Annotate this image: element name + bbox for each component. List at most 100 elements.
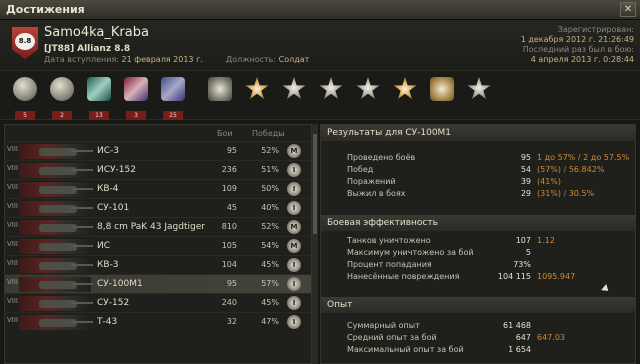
tank-wins: 54%	[261, 241, 279, 250]
tank-icon	[19, 258, 93, 273]
tank-row[interactable]: VIII Т-43 32 47% I	[5, 312, 311, 331]
tank-battles: 45	[226, 203, 237, 212]
tank-icon	[19, 220, 93, 235]
tank-battles: 95	[226, 279, 237, 288]
star-medal-icon[interactable]	[281, 77, 307, 107]
stat-value: 73%	[513, 260, 531, 269]
join-date-value: 21 февраля 2013 г.	[121, 55, 203, 64]
tier-label: VIII	[7, 183, 18, 191]
window-title: Достижения	[6, 3, 85, 16]
tank-wins: 50%	[261, 184, 279, 193]
star-medal-icon[interactable]	[466, 77, 492, 107]
join-date: Дата вступления: 21 февраля 2013 г.	[44, 55, 203, 64]
gold-star-medal-icon[interactable]	[392, 77, 418, 107]
results-header: Результаты для СУ-100М1	[321, 125, 635, 141]
defender-icon[interactable]: 25	[160, 77, 186, 120]
stat-value: 29	[520, 189, 531, 198]
tank-wins: 47%	[261, 317, 279, 326]
stat-extra: (31%) / 30.5%	[537, 189, 594, 198]
tank-row[interactable]: VIII 8,8 cm PaK 43 Jagdtiger 810 52% M	[5, 217, 311, 236]
mastery-badge-icon: I	[287, 163, 301, 177]
tank-list-scrollbar[interactable]	[312, 124, 318, 364]
tank-row[interactable]: VIII ИС-3 95 52% M	[5, 141, 311, 160]
stat-label: Максимальный опыт за бой	[347, 345, 464, 354]
join-date-label: Дата вступления:	[44, 55, 119, 64]
stat-row: Суммарный опыт 61 468	[321, 320, 635, 331]
position-value: Солдат	[278, 55, 310, 64]
stat-value: 647	[515, 333, 531, 342]
stats-panel: Результаты для СУ-100М1 Проведено боёв 95…	[320, 124, 636, 364]
window-titlebar: Достижения ✕	[0, 0, 640, 20]
tank-battles: 236	[221, 165, 237, 174]
wins-column-header[interactable]: Победы	[252, 129, 285, 138]
tank-wins: 57%	[261, 279, 279, 288]
battles-column-header[interactable]: Бои	[217, 129, 233, 138]
diamond-medal-icon[interactable]	[429, 77, 455, 107]
clan-emblem-text: 8.8	[15, 33, 35, 50]
scrollbar-thumb[interactable]	[313, 134, 317, 234]
tank-wins: 45%	[261, 260, 279, 269]
tank-battles: 105	[221, 241, 237, 250]
stat-value: 107	[515, 236, 531, 245]
tank-wins: 51%	[261, 165, 279, 174]
player-name: Samo4ka_Kraba	[44, 25, 149, 40]
stat-label: Процент попадания	[347, 260, 432, 269]
stat-row: Проведено боёв 95 1 до 57% / 2 до 57.5%	[321, 152, 635, 163]
stat-extra: 1095.947	[537, 272, 576, 281]
stat-value: 95	[520, 153, 531, 162]
tank-row[interactable]: VIII ИСУ-152 236 51% I	[5, 160, 311, 179]
tank-name: ИС	[97, 241, 111, 251]
tank-wins: 40%	[261, 203, 279, 212]
last-battle-label: Последний раз был в бою:	[522, 45, 634, 54]
tank-list-header: Бои Победы	[5, 125, 311, 141]
tank-icon	[19, 182, 93, 197]
medal-bar: 5 2 13 3 25	[0, 70, 640, 120]
shield-medal-icon[interactable]	[207, 77, 233, 107]
medal-count: 25	[163, 111, 183, 120]
tank-name: Т-43	[97, 317, 118, 327]
tank-icon	[19, 296, 93, 311]
tank-icon	[19, 277, 93, 292]
class-badge-icon[interactable]: 5	[12, 77, 38, 120]
close-button[interactable]: ✕	[620, 2, 636, 17]
class-badge-icon[interactable]: 2	[49, 77, 75, 120]
tier-label: VIII	[7, 297, 18, 305]
tank-row[interactable]: VIII КВ-4 109 50% I	[5, 179, 311, 198]
tank-name: ИС-3	[97, 146, 119, 156]
tier-label: VIII	[7, 202, 18, 210]
stat-label: Выжил в боях	[347, 189, 406, 198]
sniper-icon[interactable]: 3	[123, 77, 149, 120]
tank-row[interactable]: VIII СУ-101 45 40% I	[5, 198, 311, 217]
tier-label: VIII	[7, 164, 18, 172]
medal-count: 3	[126, 111, 146, 120]
tier-label: VIII	[7, 221, 18, 229]
tank-icon	[19, 315, 93, 330]
stat-label: Побед	[347, 165, 374, 174]
warrior-icon[interactable]: 13	[86, 77, 112, 120]
tank-wins: 52%	[261, 222, 279, 231]
stat-extra-precise: 56.842%	[568, 165, 605, 174]
registered-value: 1 декабря 2012 г. 21:26:49	[520, 35, 634, 44]
mastery-badge-icon: I	[287, 182, 301, 196]
star-medal-icon[interactable]	[318, 77, 344, 107]
tank-battles: 109	[221, 184, 237, 193]
tank-row[interactable]: VIII КВ-3 104 45% I	[5, 255, 311, 274]
stat-extra: 647.03	[537, 333, 565, 342]
tank-wins: 52%	[261, 146, 279, 155]
tank-name: ИСУ-152	[97, 165, 136, 175]
tank-row-selected[interactable]: VIII СУ-100М1 95 57% I	[5, 274, 311, 293]
stat-extra: 1.12	[537, 236, 555, 245]
gold-star-medal-icon[interactable]	[244, 77, 270, 107]
mastery-badge-icon: M	[287, 239, 301, 253]
tank-wins: 45%	[261, 298, 279, 307]
star-medal-icon[interactable]	[355, 77, 381, 107]
mastery-badge-icon: M	[287, 144, 301, 158]
tank-row[interactable]: VIII ИС 105 54% M	[5, 236, 311, 255]
tier-label: VIII	[7, 278, 18, 286]
experience-header: Опыт	[321, 297, 635, 313]
tank-row[interactable]: VIII СУ-152 240 45% I	[5, 293, 311, 312]
tank-name: СУ-100М1	[97, 279, 143, 289]
stat-row: Танков уничтожено 107 1.12	[321, 235, 635, 246]
clan-tag: [JT88]	[44, 44, 75, 54]
stat-value: 61 468	[503, 321, 531, 330]
